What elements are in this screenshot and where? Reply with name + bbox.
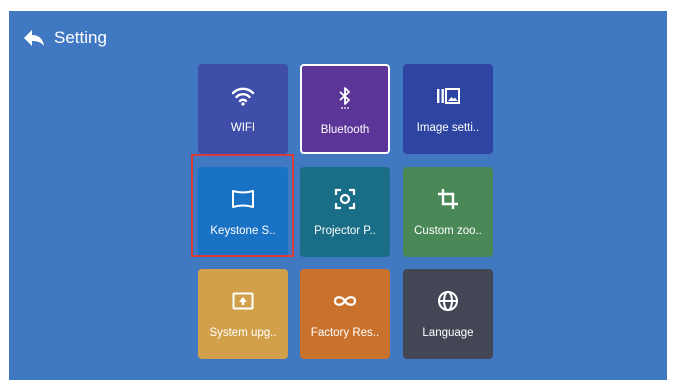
crop-icon	[403, 187, 493, 211]
tile-label: Language	[422, 327, 474, 339]
bluetooth-icon	[302, 86, 388, 110]
tile-keystone[interactable]: Keystone S..	[198, 167, 288, 257]
header: Setting	[23, 27, 107, 49]
tile-projector-position[interactable]: Projector P..	[300, 167, 390, 257]
tile-language[interactable]: Language	[403, 269, 493, 359]
tile-custom-zoom[interactable]: Custom zoo..	[403, 167, 493, 257]
tile-label: Bluetooth	[320, 124, 370, 136]
tile-label: Image setti..	[416, 122, 480, 134]
tile-label: Projector P..	[314, 225, 376, 237]
infinity-icon	[300, 289, 390, 313]
keystone-icon	[198, 187, 288, 211]
tile-label: WIFI	[230, 122, 256, 134]
tile-wifi[interactable]: WIFI	[198, 64, 288, 154]
back-arrow-icon[interactable]	[23, 29, 45, 47]
settings-screen: Setting WIFI Bluetooth Image setti.. Key…	[9, 11, 667, 380]
globe-icon	[403, 289, 493, 313]
projector-position-icon	[300, 187, 390, 211]
tile-system-upgrade[interactable]: System upg..	[198, 269, 288, 359]
page-title: Setting	[54, 28, 107, 47]
tile-bluetooth[interactable]: Bluetooth	[300, 64, 390, 154]
tile-factory-reset[interactable]: Factory Res..	[300, 269, 390, 359]
tile-label: Custom zoo..	[414, 225, 482, 237]
tile-image-settings[interactable]: Image setti..	[403, 64, 493, 154]
wifi-icon	[198, 84, 288, 108]
tile-label: Keystone S..	[210, 225, 276, 237]
tile-label: Factory Res..	[310, 327, 380, 339]
tile-label: System upg..	[209, 327, 277, 339]
image-settings-icon	[403, 84, 493, 108]
system-upgrade-icon	[198, 289, 288, 313]
